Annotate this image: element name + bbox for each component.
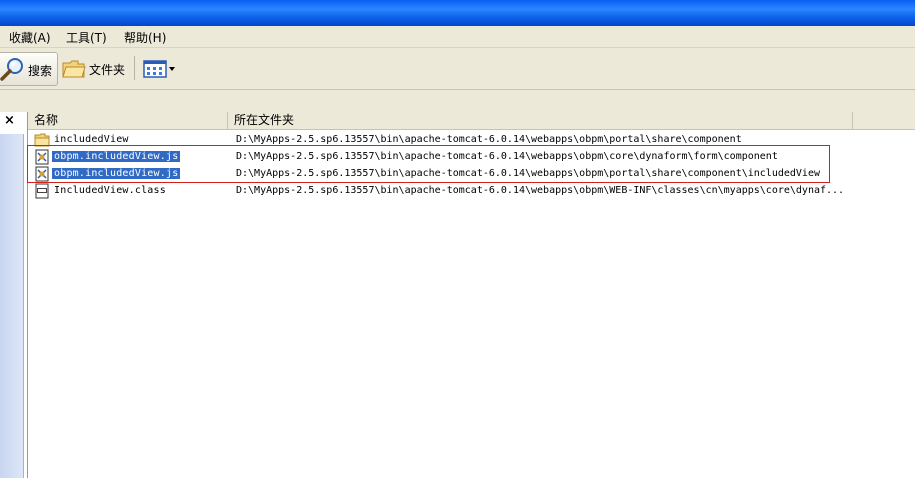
- menu-help[interactable]: 帮助(H): [124, 29, 166, 46]
- menu-bar: 收藏(A) 工具(T) 帮助(H): [0, 26, 915, 48]
- explorer-pane: ×: [0, 112, 28, 478]
- list-item[interactable]: obpm.includedView.js D:\MyApps-2.5.sp6.1…: [30, 147, 915, 166]
- folder-icon: [62, 60, 86, 78]
- toolbar: 搜索 文件夹: [0, 48, 915, 90]
- dropdown-arrow-icon: [169, 67, 175, 71]
- column-name-header[interactable]: 名称: [28, 112, 228, 129]
- close-pane-icon[interactable]: ×: [4, 113, 15, 128]
- class-file-icon: [35, 183, 49, 198]
- magnifier-icon: [0, 58, 23, 81]
- file-location: D:\MyApps-2.5.sp6.13557\bin\apache-tomca…: [236, 151, 778, 162]
- menu-favorites[interactable]: 收藏(A): [9, 29, 51, 46]
- views-button[interactable]: [141, 52, 177, 84]
- file-location: D:\MyApps-2.5.sp6.13557\bin\apache-tomca…: [236, 168, 820, 179]
- search-panel: [0, 134, 24, 478]
- file-location: D:\MyApps-2.5.sp6.13557\bin\apache-tomca…: [236, 134, 742, 145]
- address-strip: [0, 90, 915, 112]
- file-name: obpm.includedView.js: [52, 168, 181, 179]
- folders-button[interactable]: 文件夹: [61, 52, 131, 84]
- file-name: IncludedView.class: [54, 185, 166, 196]
- search-button[interactable]: 搜索: [0, 52, 58, 86]
- folders-label: 文件夹: [89, 63, 126, 77]
- script-file-icon: [33, 147, 51, 166]
- toolbar-separator: [134, 56, 135, 80]
- search-label: 搜索: [28, 64, 53, 78]
- views-icon: [143, 60, 167, 78]
- column-headers: 名称 所在文件夹: [28, 112, 915, 130]
- window-titlebar[interactable]: [0, 0, 915, 26]
- file-name: obpm.includedView.js: [52, 151, 181, 162]
- list-item[interactable]: includedView D:\MyApps-2.5.sp6.13557\bin…: [30, 131, 915, 148]
- menu-tools[interactable]: 工具(T): [66, 29, 107, 46]
- list-item[interactable]: obpm.includedView.js D:\MyApps-2.5.sp6.1…: [30, 164, 915, 183]
- column-folder-header[interactable]: 所在文件夹: [228, 112, 853, 129]
- file-location: D:\MyApps-2.5.sp6.13557\bin\apache-tomca…: [236, 185, 845, 196]
- file-name: includedView: [54, 134, 129, 145]
- folder-icon: [34, 133, 50, 146]
- list-item[interactable]: IncludedView.class D:\MyApps-2.5.sp6.135…: [30, 182, 915, 199]
- script-file-icon: [33, 164, 51, 183]
